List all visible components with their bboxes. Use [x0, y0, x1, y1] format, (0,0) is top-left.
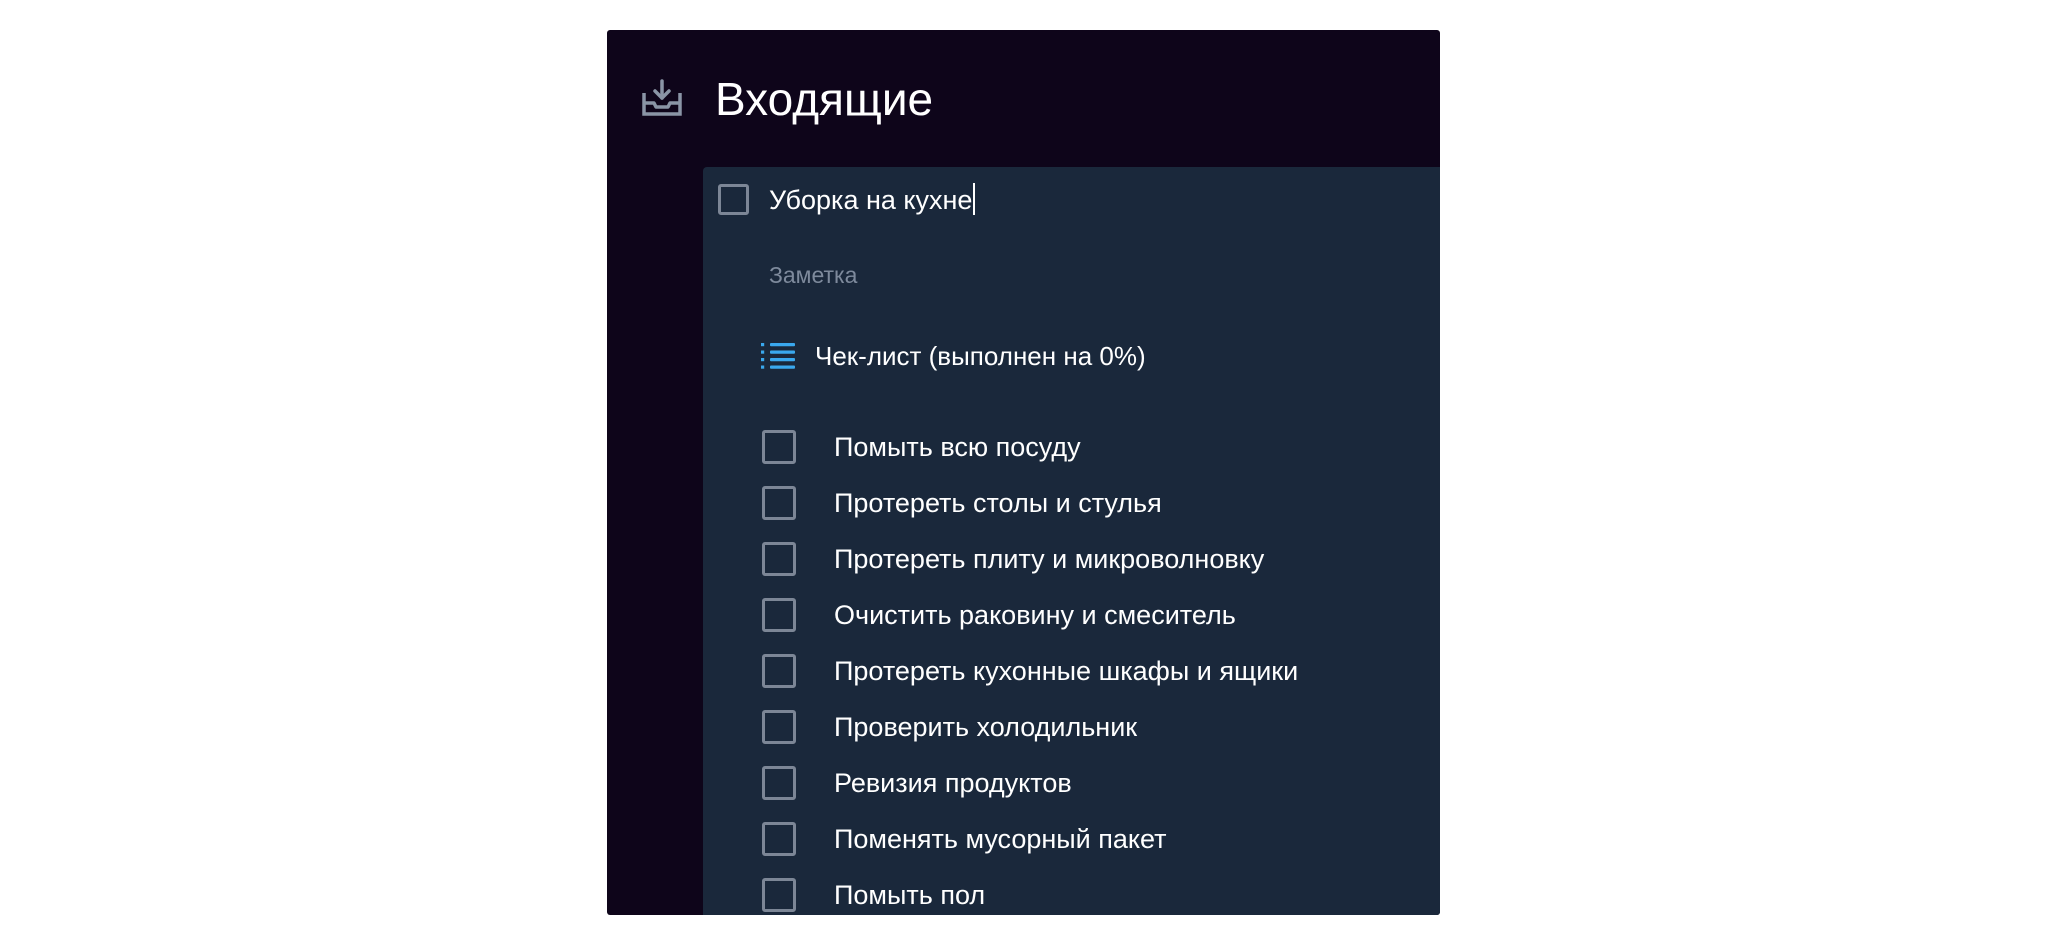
checklist-item-checkbox[interactable]	[762, 598, 796, 632]
checklist-item: Протереть столы и стулья	[703, 486, 1440, 526]
checklist-item: Проверить холодильник	[703, 710, 1440, 750]
checklist-item-label[interactable]: Протереть плиту и микроволновку	[834, 542, 1264, 576]
checklist-item: Протереть кухонные шкафы и ящики	[703, 654, 1440, 694]
checklist: Помыть всю посуду Протереть столы и стул…	[703, 167, 1440, 915]
checklist-item: Помыть всю посуду	[703, 430, 1440, 470]
task-detail-panel: Уборка на кухне Заметка Чек-лист (выполн…	[703, 167, 1440, 915]
checklist-item-checkbox[interactable]	[762, 822, 796, 856]
checklist-item-label[interactable]: Помыть пол	[834, 878, 985, 912]
checklist-item: Протереть плиту и микроволновку	[703, 542, 1440, 582]
checklist-item: Очистить раковину и смеситель	[703, 598, 1440, 638]
checklist-item-label[interactable]: Проверить холодильник	[834, 710, 1137, 744]
checklist-item: Помыть пол	[703, 878, 1440, 915]
checklist-item-label[interactable]: Протереть столы и стулья	[834, 486, 1162, 520]
list-header: Входящие	[607, 30, 1440, 166]
app-window: Входящие Уборка на кухне Заметка Чек-лис…	[607, 30, 1440, 915]
page-title: Входящие	[715, 73, 934, 125]
checklist-item: Ревизия продуктов	[703, 766, 1440, 806]
checklist-item-label[interactable]: Ревизия продуктов	[834, 766, 1072, 800]
checklist-item-checkbox[interactable]	[762, 878, 796, 912]
checklist-item-label[interactable]: Поменять мусорный пакет	[834, 822, 1167, 856]
checklist-item-checkbox[interactable]	[762, 710, 796, 744]
checklist-item-checkbox[interactable]	[762, 654, 796, 688]
checklist-item-checkbox[interactable]	[762, 486, 796, 520]
checklist-item-label[interactable]: Очистить раковину и смеситель	[834, 598, 1236, 632]
checklist-item-checkbox[interactable]	[762, 430, 796, 464]
checklist-item-label[interactable]: Протереть кухонные шкафы и ящики	[834, 654, 1298, 688]
checklist-item: Поменять мусорный пакет	[703, 822, 1440, 862]
inbox-download-icon	[642, 79, 682, 116]
checklist-item-checkbox[interactable]	[762, 766, 796, 800]
checklist-item-checkbox[interactable]	[762, 542, 796, 576]
checklist-item-label[interactable]: Помыть всю посуду	[834, 430, 1081, 464]
